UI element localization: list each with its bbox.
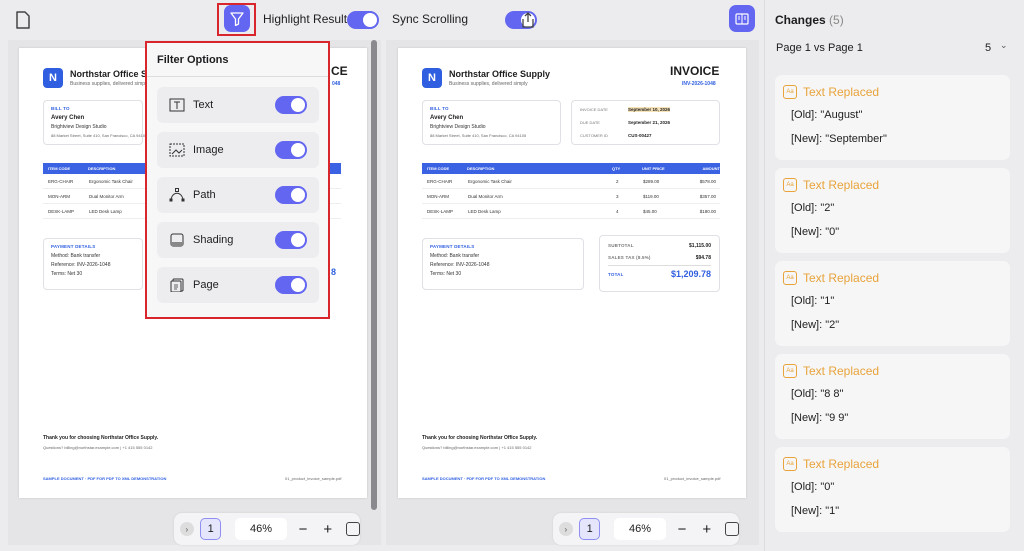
filter-options-popup: Filter Options Text Image Path Shading P… — [145, 41, 330, 319]
table-row: MON-ARM Dual Monitor Arm 3 $119.00 $357.00 — [422, 189, 720, 204]
footer-left: SAMPLE DOCUMENT · PDF FOR PDF TO XML DEM… — [422, 476, 546, 481]
book-icon — [735, 12, 749, 25]
bill-to-box: BILL TO Avery Chen Brightview Design Stu… — [43, 100, 147, 145]
filter-button[interactable] — [224, 5, 250, 32]
path-filter-toggle[interactable] — [275, 186, 307, 204]
footer-right: 01_product_invoice_sample.pdf — [285, 476, 342, 481]
zoom-out-icon[interactable]: − — [299, 521, 308, 538]
questions-text: Questions? billing@northstar.example.com… — [422, 445, 532, 450]
zoom-in-icon[interactable]: + — [702, 521, 711, 538]
share-button[interactable] — [513, 5, 543, 35]
zoom-field[interactable]: 46% — [614, 518, 666, 540]
shading-icon — [170, 233, 184, 247]
document-icon — [16, 11, 30, 29]
filter-option-image[interactable]: Image — [157, 132, 319, 168]
filter-option-text[interactable]: Text — [157, 87, 319, 123]
fit-page-icon[interactable] — [725, 522, 739, 536]
logo-icon: N — [43, 68, 63, 88]
image-icon — [169, 143, 185, 157]
page-icon — [170, 278, 184, 292]
invoice-title-fragment: CE — [331, 64, 348, 78]
highlight-result-toggle[interactable] — [347, 11, 379, 29]
page-number-field[interactable]: 1 — [578, 518, 601, 540]
table-row: DESK-LAMP LED Desk Lamp 4 $45.00 $180.00 — [422, 204, 720, 219]
zoom-field[interactable]: 46% — [235, 518, 287, 540]
text-box-icon — [169, 98, 185, 112]
right-table-rows: ERG-CHAIR Ergonomic Task Chair 2 $289.00 $57… — [422, 174, 720, 219]
invoice-number-fragment: 048 — [332, 81, 341, 87]
text-replaced-icon: Aa — [783, 364, 797, 378]
page-number-field[interactable]: 1 — [199, 518, 222, 540]
tagline: Business supplies, delivered simply — [449, 81, 528, 87]
text-filter-toggle[interactable] — [275, 96, 307, 114]
invoice-meta-box: INVOICE DATE September 10, 2026 DUE DATE S… — [571, 100, 720, 145]
table-row: ERG-CHAIR Ergonomic Task Chair 2 $289.00 $57… — [422, 174, 720, 189]
chevron-right-icon[interactable]: › — [180, 522, 194, 536]
change-card[interactable]: Aa Text Replaced [Old]: "8 8" [New]: "9 9… — [775, 354, 1010, 439]
highlight-result-label: Highlight Result — [263, 12, 348, 26]
page-compare-select[interactable]: Page 1 vs Page 1 5 ⌄ — [764, 36, 1024, 62]
invoice-number: INV-2026-1048 — [682, 81, 716, 87]
text-replaced-icon: Aa — [783, 178, 797, 192]
thanks-text: Thank you for choosing Northstar Office … — [43, 435, 159, 441]
tagline: Business supplies, delivered simply — [70, 81, 149, 87]
questions-text: Questions? billing@northstar.example.com… — [43, 445, 153, 450]
change-card[interactable]: Aa Text Replaced [Old]: "2" [New]: "0" — [775, 168, 1010, 253]
change-card[interactable]: Aa Text Replaced [Old]: "0" [New]: "1" — [775, 447, 1010, 532]
shading-filter-toggle[interactable] — [275, 231, 307, 249]
totals-box: SUBTOTAL $1,115.00 SALES TAX (8.5%) $94.78… — [599, 235, 720, 292]
table-header: ITEM CODE DESCRIPTION QTY UNIT PRICE AMO… — [422, 163, 720, 174]
right-page-controls: › 1 46% − + — [553, 513, 739, 545]
filter-option-shading[interactable]: Shading — [157, 222, 319, 258]
total-fragment: 8 — [331, 267, 337, 277]
payment-box: PAYMENT DETAILS Method: Bank transfer Re… — [422, 238, 584, 290]
side-by-side-button[interactable] — [729, 5, 755, 32]
image-filter-toggle[interactable] — [275, 141, 307, 159]
zoom-out-icon[interactable]: − — [678, 521, 687, 538]
document-icon-button[interactable] — [8, 5, 38, 35]
chevron-right-icon[interactable]: › — [559, 522, 573, 536]
bill-to-box: BILL TO Avery Chen Brightview Design Stu… — [422, 100, 561, 145]
page-filter-toggle[interactable] — [275, 276, 307, 294]
thanks-text: Thank you for choosing Northstar Office … — [422, 435, 538, 441]
filter-options-title: Filter Options — [157, 54, 229, 66]
filter-option-page[interactable]: Page — [157, 267, 319, 303]
payment-box: PAYMENT DETAILS Method: Bank transfer Re… — [43, 238, 143, 290]
text-replaced-icon: Aa — [783, 85, 797, 99]
zoom-in-icon[interactable]: + — [323, 521, 332, 538]
filter-option-path[interactable]: Path — [157, 177, 319, 213]
text-replaced-icon: Aa — [783, 457, 797, 471]
chevron-down-icon: ⌄ — [1000, 40, 1008, 50]
highlighted-change: September 10, 2026 — [628, 107, 671, 112]
changes-title: Changes (5) — [775, 13, 844, 27]
invoice-title: INVOICE — [670, 64, 720, 78]
footer-right: 01_product_invoice_sample.pdf — [664, 476, 721, 481]
left-page-controls: › 1 46% − + — [174, 513, 360, 545]
fit-page-icon[interactable] — [346, 522, 360, 536]
text-replaced-icon: Aa — [783, 271, 797, 285]
change-card[interactable]: Aa Text Replaced [Old]: "1" [New]: "2" — [775, 261, 1010, 346]
path-icon — [169, 188, 185, 202]
change-card[interactable]: Aa Text Replaced [Old]: "August" [New]: "… — [775, 75, 1010, 160]
right-page: N Northstar Office Supply Business suppl… — [398, 48, 746, 498]
filter-icon — [230, 11, 244, 26]
sync-scrolling-label: Sync Scrolling — [392, 12, 469, 26]
left-scrollbar[interactable] — [371, 40, 377, 510]
footer-left: SAMPLE DOCUMENT · PDF FOR PDF TO XML DEM… — [43, 476, 167, 481]
logo-icon: N — [422, 68, 442, 88]
company-name: Northstar Office Supply — [449, 69, 551, 79]
share-icon — [522, 12, 534, 28]
